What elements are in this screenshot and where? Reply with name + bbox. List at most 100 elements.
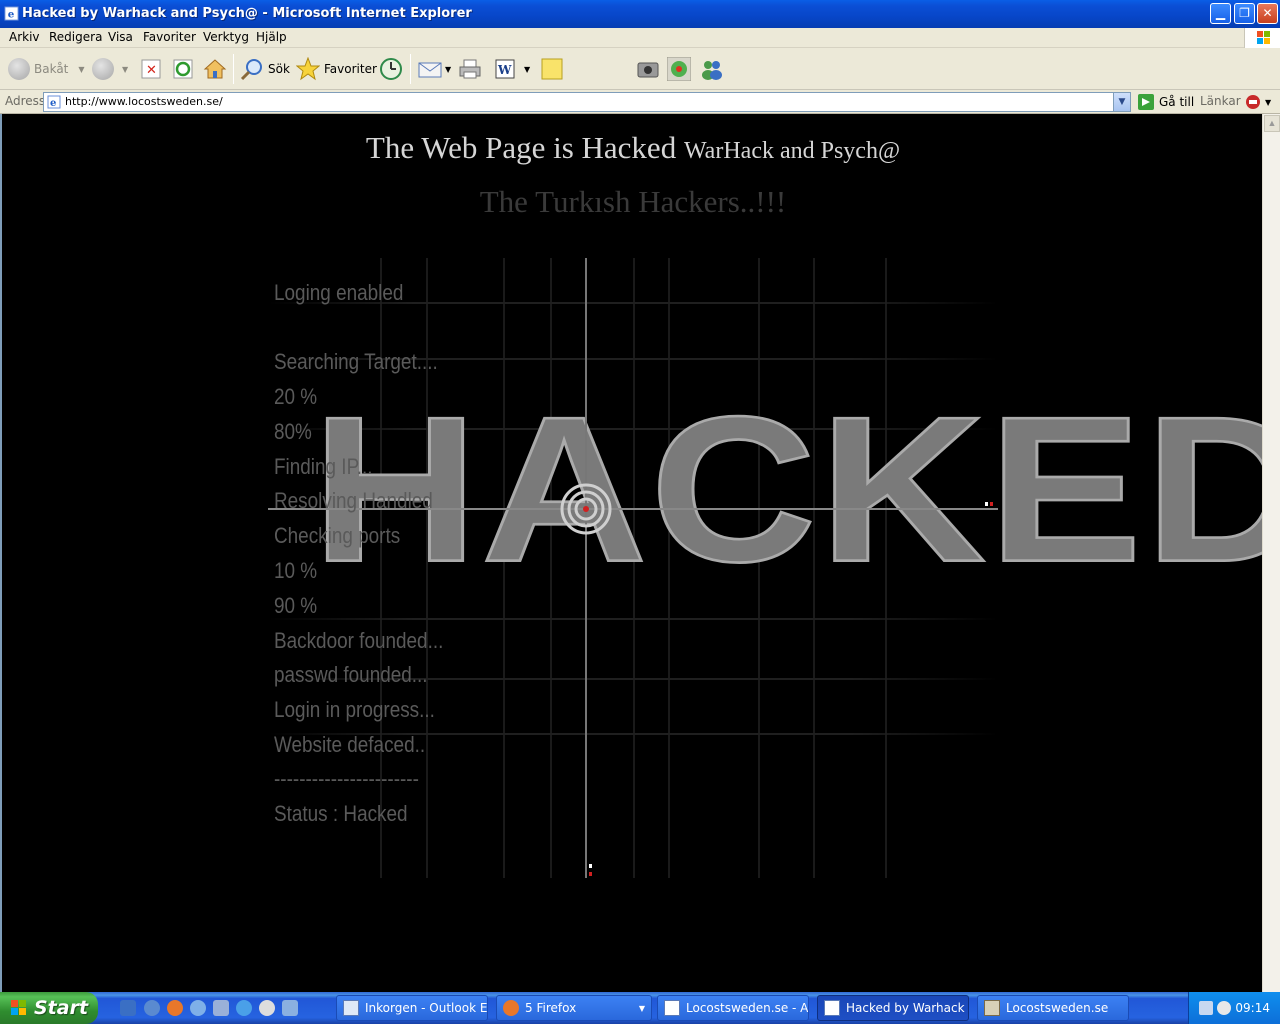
quicklaunch-desktop-icon[interactable] (120, 1000, 136, 1016)
chevron-down-icon: ▼ (122, 64, 129, 74)
window-title: Hacked by Warhack and Psych@ - Microsoft… (22, 6, 472, 21)
hacked-banner: HACKED Loging enabled Searching Target..… (268, 258, 1262, 883)
mail-button[interactable]: ▼ (418, 56, 451, 82)
marker-dot (985, 502, 988, 506)
folder-icon (984, 1000, 1000, 1016)
page-subheadline: The Turkısh Hackers..!!! (479, 184, 787, 219)
scroll-up-button[interactable]: ▲ (1264, 115, 1280, 132)
favorites-button[interactable]: Favoriter (296, 56, 377, 82)
menu-item-visa[interactable]: Visa (108, 30, 133, 44)
forward-button[interactable]: ▼ (92, 56, 128, 82)
target-icon (560, 483, 612, 535)
translate-button[interactable]: ▼ (1245, 93, 1275, 111)
log-line: 90 % (274, 593, 318, 618)
address-url: http://www.locostsweden.se/ (65, 95, 223, 108)
mail-icon (418, 62, 442, 78)
restore-button[interactable]: ❐ (1234, 3, 1255, 24)
task-locostsweden[interactable]: Locostsweden.se (977, 995, 1129, 1021)
quicklaunch-media-icon[interactable] (259, 1000, 275, 1016)
quicklaunch-explorer-icon[interactable] (213, 1000, 229, 1016)
print-button[interactable] (458, 56, 482, 82)
word-icon: W (495, 59, 515, 79)
system-tray: 09:14 (1188, 992, 1280, 1024)
quicklaunch-firefox-icon[interactable] (167, 1000, 183, 1016)
log-line: 20 % (274, 384, 318, 409)
menu-item-hjalp[interactable]: Hjälp (256, 30, 287, 44)
go-arrow-icon (1138, 94, 1154, 110)
quicklaunch-ie-icon[interactable] (236, 1000, 252, 1016)
log-line: passwd founded... (274, 662, 428, 687)
ie-page-icon (664, 1000, 680, 1016)
icq-button[interactable] (667, 56, 691, 82)
hacker-names: WarHack and Psych@ (683, 138, 901, 164)
search-button[interactable]: Sök (240, 56, 290, 82)
history-button[interactable] (379, 56, 403, 82)
star-icon (296, 57, 320, 81)
quicklaunch-search-icon[interactable] (190, 1000, 206, 1016)
go-button[interactable]: Gå till (1137, 93, 1194, 111)
taskbar: Start Inkorgen - Outlook E... 5 Firefox … (0, 992, 1280, 1024)
crosshair-vertical (585, 258, 587, 878)
log-line: Finding IP... (274, 454, 373, 479)
refresh-button[interactable] (172, 56, 194, 82)
marker-dot (589, 872, 592, 876)
menu-item-verktyg[interactable]: Verktyg (203, 30, 249, 44)
refresh-icon (173, 59, 193, 79)
minimize-button[interactable]: ▁ (1210, 3, 1231, 24)
menu-item-favoriter[interactable]: Favoriter (143, 30, 196, 44)
start-button[interactable]: Start (0, 992, 98, 1024)
printer-icon (459, 59, 481, 79)
edit-button[interactable]: W ▼ (494, 56, 530, 82)
menu-bar: Arkiv Redigera Visa Favoriter Verktyg Hj… (0, 28, 1280, 48)
stop-button[interactable]: ✕ (140, 56, 162, 82)
internet-explorer-icon: e (4, 6, 19, 21)
task-outlook[interactable]: Inkorgen - Outlook E... (336, 995, 488, 1021)
menu-item-arkiv[interactable]: Arkiv (9, 30, 40, 44)
volume-icon[interactable] (1217, 1001, 1231, 1015)
log-line: Backdoor founded... (274, 628, 444, 653)
messenger-icon (702, 61, 722, 80)
hacked-big-text: HACKED (311, 373, 1262, 605)
quicklaunch-outlook-icon[interactable] (144, 1000, 160, 1016)
address-input[interactable]: e http://www.locostsweden.se/ ▼ (43, 92, 1131, 112)
clock[interactable]: 09:14 (1235, 1001, 1270, 1015)
camera-icon (637, 62, 659, 78)
home-button[interactable] (203, 56, 227, 82)
vertical-scrollbar[interactable]: ▲ (1262, 114, 1280, 992)
log-line: 80% (274, 419, 312, 444)
home-icon (203, 59, 227, 79)
marker-dot (990, 502, 993, 506)
log-line: Status : Hacked (274, 801, 408, 826)
close-button[interactable]: ✕ (1257, 3, 1278, 24)
page-icon: e (47, 95, 61, 109)
address-dropdown-button[interactable]: ▼ (1113, 93, 1130, 111)
chevron-down-icon: ▼ (445, 64, 452, 74)
svg-text:e: e (50, 98, 56, 109)
camera-button[interactable] (636, 56, 660, 82)
chevron-down-icon: ▼ (1265, 97, 1272, 107)
icq-flower-icon (667, 57, 691, 81)
translate-icon (1246, 95, 1260, 109)
svg-text:W: W (497, 63, 512, 77)
chevron-down-icon: ▼ (78, 64, 85, 74)
standard-toolbar: Bakåt ▼ ▼ ✕ Sök Favoriter ▼ W ▼ (0, 48, 1280, 90)
log-line: ----------------------- (274, 766, 419, 791)
task-firefox[interactable]: 5 Firefox ▼ (496, 995, 652, 1021)
title-bar[interactable]: e Hacked by Warhack and Psych@ - Microso… (0, 0, 1280, 28)
task-hacked-page[interactable]: Hacked by Warhack a... (817, 995, 969, 1021)
page-content: The Web Page is Hacked WarHack and Psych… (0, 114, 1262, 992)
log-line: Website defaced.. (274, 732, 426, 757)
discuss-button[interactable] (540, 56, 564, 82)
back-button[interactable]: Bakåt ▼ (8, 56, 85, 82)
windows-logo-icon (1244, 28, 1280, 48)
menu-item-redigera[interactable]: Redigera (49, 30, 102, 44)
log-line: Login in progress... (274, 697, 435, 722)
network-icon[interactable] (1199, 1001, 1213, 1015)
quicklaunch-app-icon[interactable] (282, 1000, 298, 1016)
messenger-button[interactable] (700, 56, 724, 82)
address-label: Adress (5, 94, 46, 108)
task-locostsweden-a[interactable]: Locostsweden.se - A... (657, 995, 809, 1021)
page-headline: The Web Page is Hacked WarHack and Psych… (365, 130, 901, 165)
links-button[interactable]: Länkar (1200, 94, 1241, 108)
history-icon (380, 58, 402, 80)
